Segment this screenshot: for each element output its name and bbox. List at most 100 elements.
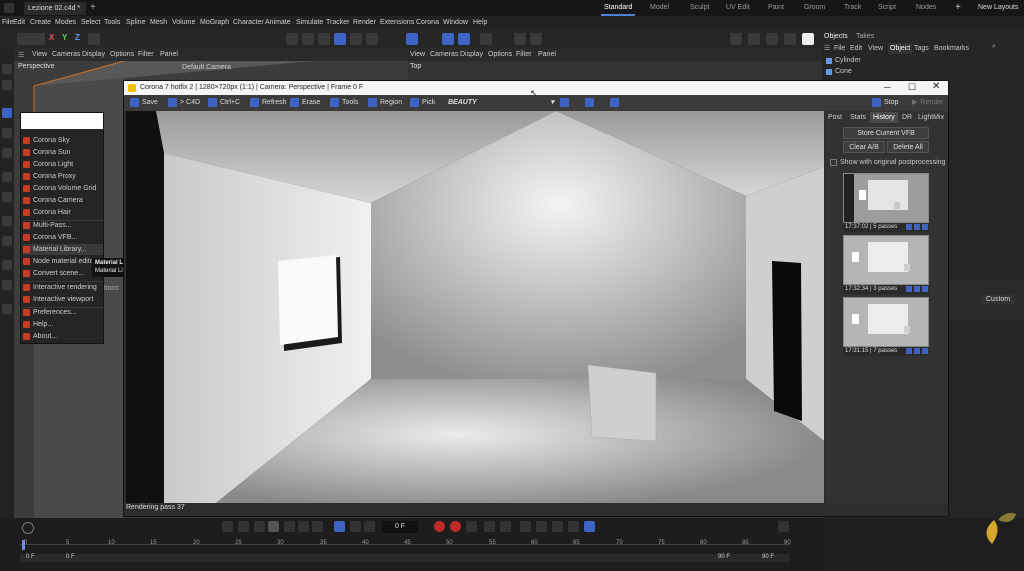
vp2-menu-view[interactable]: View <box>410 51 425 58</box>
layout-tab-track[interactable]: Track <box>844 4 861 11</box>
show-original-checkbox[interactable]: Show with original postprocessing <box>830 159 945 166</box>
vp-menu-panel[interactable]: Panel <box>160 51 178 58</box>
grid-icon[interactable] <box>458 33 470 45</box>
obj-menu-object[interactable]: Object <box>888 43 913 54</box>
menu-mograph[interactable]: MoGraph <box>200 19 229 26</box>
delete-all-button[interactable]: Delete All <box>887 141 929 153</box>
loop-icon[interactable] <box>334 521 345 532</box>
point-level-icon[interactable] <box>584 521 595 532</box>
obj-menu-file[interactable]: File <box>834 45 845 52</box>
vp2-menu-display[interactable]: Display <box>460 51 483 58</box>
magnet-snap-icon[interactable] <box>406 33 418 45</box>
menu-item-corona-hair[interactable]: Corona Hair <box>23 207 103 218</box>
sculpt-tool-icon[interactable] <box>2 280 12 290</box>
menu-item-help[interactable]: Help... <box>23 319 103 330</box>
sound-icon[interactable] <box>364 521 375 532</box>
knife-tool-icon[interactable] <box>2 192 12 202</box>
vp-menu-filter[interactable]: Filter <box>138 51 154 58</box>
end-frame-a[interactable]: 90 F <box>718 554 730 560</box>
vp2-menu-cameras[interactable]: Cameras <box>430 51 458 58</box>
keyframe-mode-icon[interactable] <box>22 522 34 534</box>
tab-post[interactable]: Post <box>828 114 842 121</box>
timeline-expand-icon[interactable] <box>778 521 789 532</box>
save-button[interactable]: Save <box>130 98 158 107</box>
axis-y-toggle[interactable]: Y <box>62 33 67 42</box>
obj-menu-bookmarks[interactable]: Bookmarks <box>934 45 969 52</box>
start-frame-b[interactable]: 0 F <box>66 554 75 560</box>
prev-key-icon[interactable] <box>238 521 249 532</box>
tab-lightmix[interactable]: LightMix <box>918 114 944 121</box>
layout-tab-standard[interactable]: Standard <box>600 4 636 16</box>
menu-extensions[interactable]: Extensions <box>380 19 414 26</box>
add-layout-plus-icon[interactable]: + <box>955 2 961 13</box>
axis-z-toggle[interactable]: Z <box>75 33 80 42</box>
vp-menu-view[interactable]: View <box>32 51 47 58</box>
layout-grid-icon-4[interactable] <box>784 33 796 45</box>
save-history-icon[interactable] <box>906 286 912 292</box>
coordinate-system-icon[interactable] <box>88 33 100 45</box>
delete-history-icon[interactable] <box>922 348 928 354</box>
vp2-menu-filter[interactable]: Filter <box>516 51 532 58</box>
new-document-plus-icon[interactable]: + <box>90 2 96 13</box>
current-frame-field[interactable]: 0 F <box>382 521 418 533</box>
menu-corona[interactable]: Corona <box>416 19 439 26</box>
menu-character[interactable]: Character <box>233 19 264 26</box>
menu-volume[interactable]: Volume <box>172 19 195 26</box>
mode-selector[interactable] <box>17 33 45 45</box>
goto-start-icon[interactable] <box>222 521 233 532</box>
menu-mesh[interactable]: Mesh <box>150 19 167 26</box>
menu-file[interactable]: File <box>2 19 13 26</box>
menu-item-interactive-rendering[interactable]: Interactive rendering <box>23 282 103 293</box>
menu-spline[interactable]: Spline <box>126 19 145 26</box>
select-tool-icon[interactable] <box>2 64 12 74</box>
tab-dr[interactable]: DR <box>902 114 912 121</box>
maximize-icon[interactable]: ☐ <box>908 82 916 93</box>
next-key-icon[interactable] <box>298 521 309 532</box>
menu-item-material-library[interactable]: Material Library... <box>23 244 103 255</box>
history-thumbnail[interactable] <box>843 297 929 347</box>
viewport-hamburger-icon[interactable]: ☰ <box>18 51 24 59</box>
close-icon[interactable]: ✕ <box>932 81 940 92</box>
tab-history[interactable]: History <box>870 112 898 123</box>
clear-ab-button[interactable]: Clear A/B <box>843 141 885 153</box>
layout-tab-model[interactable]: Model <box>650 4 669 11</box>
layout-tab-paint[interactable]: Paint <box>768 4 784 11</box>
corona-render-icon[interactable] <box>514 33 526 45</box>
object-row-cylinder[interactable]: Cylinder <box>826 57 861 64</box>
menu-item-corona-sun[interactable]: Corona Sun <box>23 147 103 158</box>
key-selection-icon[interactable] <box>466 521 477 532</box>
spline-pen-icon[interactable] <box>350 33 362 45</box>
vp-menu-cameras[interactable]: Cameras <box>52 51 80 58</box>
paint-tool-icon[interactable] <box>2 236 12 246</box>
menu-item-about[interactable]: About... <box>23 331 103 342</box>
layout-tab-uv-edit[interactable]: UV Edit <box>726 4 750 11</box>
range-slider[interactable] <box>20 554 790 562</box>
menu-tools[interactable]: Tools <box>104 19 120 26</box>
vp2-menu-panel[interactable]: Panel <box>538 51 556 58</box>
layout-tab-sculpt[interactable]: Sculpt <box>690 4 709 11</box>
lock-icon[interactable] <box>480 33 492 45</box>
delete-history-icon[interactable] <box>922 286 928 292</box>
goto-end-icon[interactable] <box>312 521 323 532</box>
menu-animate[interactable]: Animate <box>265 19 291 26</box>
menu-item-corona-sky[interactable]: Corona Sky <box>23 135 103 146</box>
rotate-tool-icon[interactable] <box>2 128 12 138</box>
app-menu-icon[interactable] <box>4 3 14 13</box>
save-history-icon[interactable] <box>906 224 912 230</box>
keyframe-icon[interactable] <box>484 521 495 532</box>
tab-objects[interactable]: Objects <box>824 33 848 40</box>
menu-item-corona-light[interactable]: Corona Light <box>23 159 103 170</box>
menu-item-corona-volume-grid[interactable]: Corona Volume Grid <box>23 183 103 194</box>
save-history-icon[interactable] <box>906 348 912 354</box>
menu-item-corona-proxy[interactable]: Corona Proxy <box>23 171 103 182</box>
layout-tab-groom[interactable]: Groom <box>804 4 825 11</box>
play-icon[interactable] <box>268 521 279 532</box>
to-c4d-button[interactable]: > C4D <box>168 98 200 107</box>
channel-select[interactable]: BEAUTY ▾ <box>448 98 554 107</box>
tools-button[interactable]: Tools <box>330 98 358 107</box>
layout-grid-icon-3[interactable] <box>766 33 778 45</box>
layout-tab-script[interactable]: Script <box>878 4 896 11</box>
vp-menu-display[interactable]: Display <box>82 51 105 58</box>
menu-window[interactable]: Window <box>443 19 468 26</box>
menu-simulate[interactable]: Simulate <box>296 19 323 26</box>
